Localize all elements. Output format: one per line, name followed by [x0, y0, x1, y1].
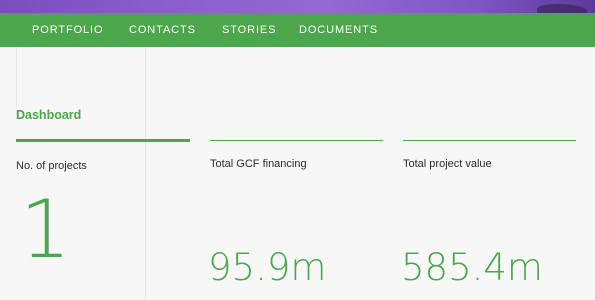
- tab-dashboard-underline: [16, 139, 190, 142]
- stat-value-project-value: 585.4m: [401, 246, 543, 289]
- stat-label-project-value: Total project value: [403, 158, 492, 170]
- stat-value-projects: 1: [20, 183, 71, 276]
- nav-stories[interactable]: STORIES: [222, 13, 276, 47]
- nav-documents[interactable]: DOCUMENTS: [299, 13, 378, 47]
- nav-contacts[interactable]: CONTACTS: [129, 13, 196, 47]
- tab-dashboard[interactable]: Dashboard: [16, 108, 81, 122]
- stat-divider-gcf: [210, 140, 383, 141]
- nav-portfolio[interactable]: PORTFOLIO: [32, 13, 103, 47]
- hero-banner: [0, 0, 595, 13]
- stat-label-projects: No. of projects: [16, 160, 87, 172]
- sidebar-divider: [145, 47, 146, 300]
- left-divider: [16, 47, 17, 107]
- top-navigation: PORTFOLIO CONTACTS STORIES DOCUMENTS: [0, 13, 595, 47]
- stat-value-gcf-financing: 95.9m: [208, 246, 327, 289]
- dashboard-content: Dashboard No. of projects Total GCF fina…: [0, 47, 595, 300]
- stat-label-gcf-financing: Total GCF financing: [210, 158, 307, 170]
- hero-island-silhouette: [537, 4, 587, 13]
- stat-divider-value: [403, 140, 576, 141]
